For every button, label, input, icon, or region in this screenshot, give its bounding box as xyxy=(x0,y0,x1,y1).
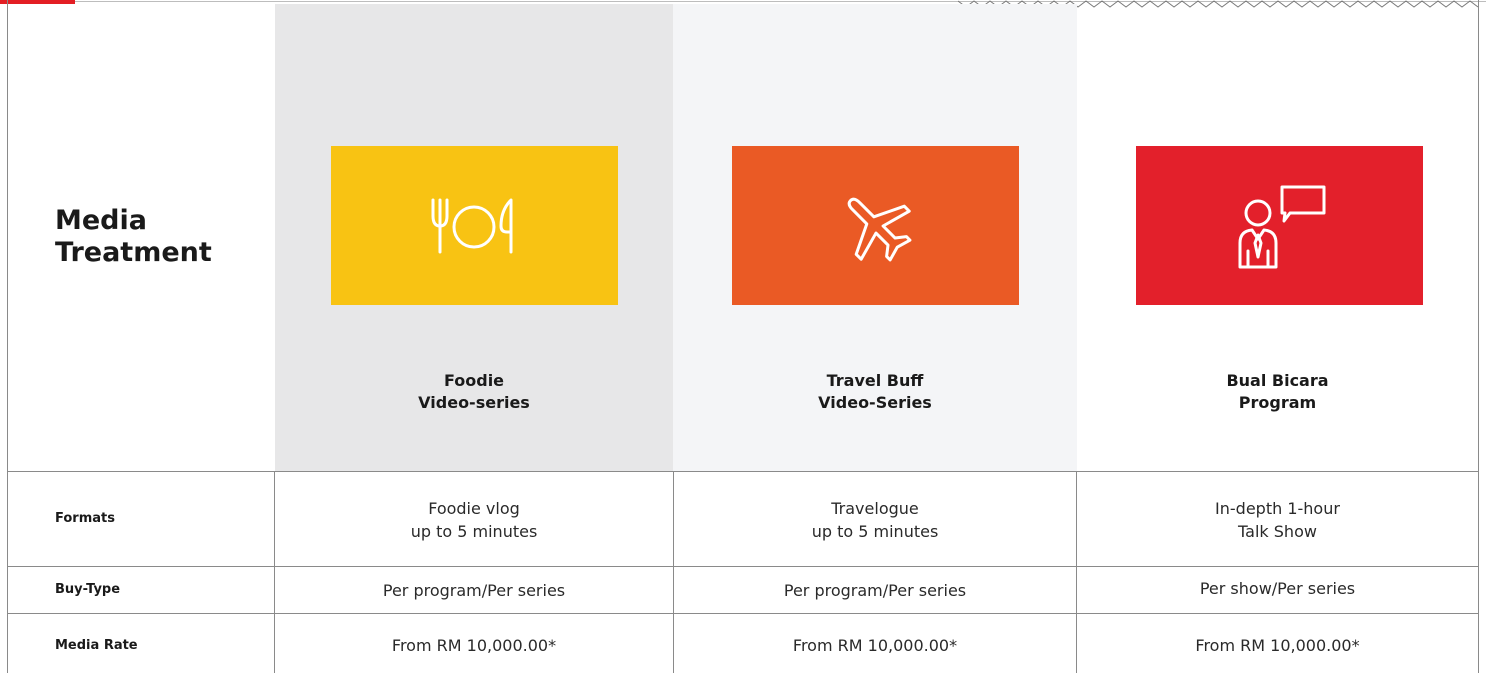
talk-show-tile xyxy=(1136,146,1423,305)
travel-tile xyxy=(732,146,1019,305)
plate-fork-knife-icon xyxy=(431,198,512,253)
row-divider xyxy=(7,471,1479,472)
table-cell: From RM 10,000.00* xyxy=(792,636,958,655)
table-cell: From RM 10,000.00* xyxy=(391,636,557,655)
table-cell: In-depth 1-hour Talk Show xyxy=(1215,499,1340,541)
table-cell: Foodie vlog up to 5 minutes xyxy=(410,499,538,541)
row-label-formats: Formats xyxy=(55,511,115,526)
table-border-right xyxy=(1478,0,1479,673)
row-divider xyxy=(7,566,1479,567)
table-cell: From RM 10,000.00* xyxy=(1195,636,1360,655)
speaker-speech-bubble-icon xyxy=(1238,185,1325,268)
table-cell: Travelogue up to 5 minutes xyxy=(811,499,939,541)
table-border-left xyxy=(7,0,8,673)
row-label-media-rate: Media Rate xyxy=(55,638,138,653)
row-label-buy-type: Buy-Type xyxy=(55,582,121,597)
section-heading: Media Treatment xyxy=(55,205,212,268)
column-title-travel: Travel Buff Video-Series xyxy=(818,371,932,412)
foodie-tile xyxy=(331,146,618,305)
row-divider xyxy=(7,613,1479,614)
table-cell: Per program/Per series xyxy=(783,581,967,600)
table-cell: Per program/Per series xyxy=(382,581,566,600)
accent-tab xyxy=(0,0,75,4)
airplane-icon xyxy=(847,197,911,261)
column-title-foodie: Foodie Video-series xyxy=(418,371,530,412)
table-cell: Per show/Per series xyxy=(1199,579,1356,598)
column-title-talk-show: Bual Bicara Program xyxy=(1226,371,1329,412)
